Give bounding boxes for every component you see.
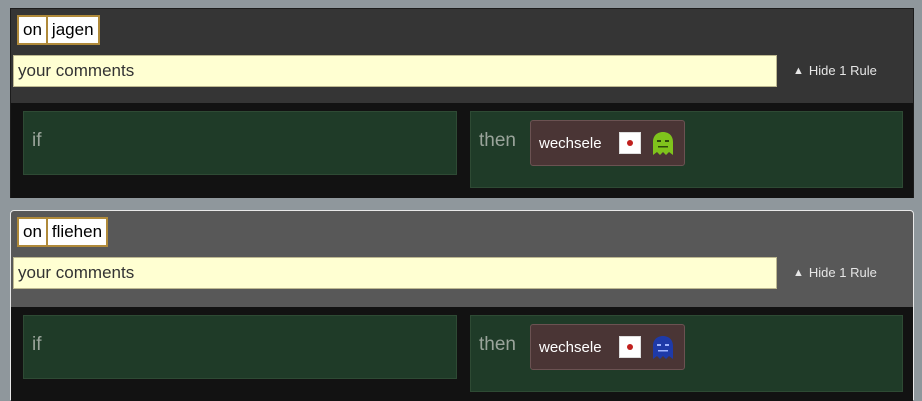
hide-rule-label: Hide 1 Rule	[808, 63, 877, 78]
hide-rule-button[interactable]: ▲ Hide 1 Rule	[793, 265, 877, 280]
trigger-tag[interactable]: on jagen	[17, 15, 100, 45]
rule-fliehen: on fliehen your comments ▲ Hide 1 Rule i…	[10, 210, 914, 401]
then-label: then	[479, 130, 516, 151]
action-label: wechsele	[539, 339, 602, 356]
if-panel[interactable]: if	[23, 315, 457, 379]
hide-rule-label: Hide 1 Rule	[808, 265, 877, 280]
hide-rule-button[interactable]: ▲ Hide 1 Rule	[793, 63, 877, 78]
trigger-event-label: jagen	[47, 17, 98, 43]
if-panel[interactable]: if	[23, 111, 457, 175]
rule-body: if then wechsele	[11, 103, 913, 198]
blue-ghost-icon[interactable]	[651, 335, 675, 361]
if-label: if	[32, 130, 42, 151]
trigger-on-label: on	[19, 219, 46, 245]
trigger-event-label: fliehen	[47, 219, 107, 245]
then-panel[interactable]: then wechsele	[470, 111, 903, 188]
red-dot-icon[interactable]	[619, 336, 641, 358]
triangle-up-icon: ▲	[793, 266, 804, 279]
red-dot-icon[interactable]	[619, 132, 641, 154]
then-panel[interactable]: then wechsele	[470, 315, 903, 392]
action-tile[interactable]: wechsele	[530, 324, 685, 370]
comments-field[interactable]: your comments	[13, 55, 777, 87]
comments-field[interactable]: your comments	[13, 257, 777, 289]
trigger-tag[interactable]: on fliehen	[17, 217, 109, 247]
then-label: then	[479, 334, 516, 355]
rule-body: if then wechsele	[11, 307, 913, 401]
action-label: wechsele	[539, 135, 602, 152]
triangle-up-icon: ▲	[793, 64, 804, 77]
trigger-on-label: on	[19, 17, 46, 43]
if-label: if	[32, 334, 42, 355]
rule-jagen: on jagen your comments ▲ Hide 1 Rule if …	[10, 8, 914, 198]
action-tile[interactable]: wechsele	[530, 120, 685, 166]
green-ghost-icon[interactable]	[651, 131, 675, 157]
